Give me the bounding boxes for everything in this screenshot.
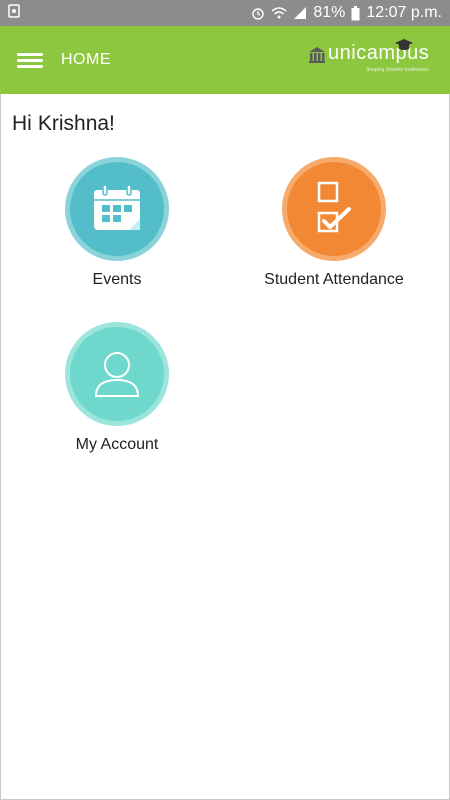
menu-button[interactable] xyxy=(0,26,60,94)
wifi-icon xyxy=(271,6,287,20)
institution-icon xyxy=(309,47,325,63)
greeting: Hi Krishna! xyxy=(12,112,115,136)
signal-icon xyxy=(293,6,307,20)
student-attendance-label: Student Attendance xyxy=(264,271,404,288)
events-tile[interactable]: Events xyxy=(21,157,213,289)
logo-tagline: Shaping Smarter Institutions xyxy=(366,67,429,73)
calendar-icon xyxy=(94,184,140,230)
battery-icon xyxy=(351,5,360,21)
unicampus-logo: unicampus Shaping Smarter Institutions xyxy=(308,39,436,78)
home-content: Hi Krishna! Events Student Attendance My… xyxy=(0,94,450,800)
status-bar: 81% 12:07 p.m. xyxy=(0,0,450,26)
alarm-icon xyxy=(251,6,265,20)
greeting-hi: Hi xyxy=(12,112,32,135)
my-account-label: My Account xyxy=(75,436,159,453)
my-account-circle xyxy=(65,322,169,426)
graduation-cap-icon xyxy=(395,39,413,50)
battery-level: 81% xyxy=(313,4,346,21)
student-attendance-tile[interactable]: Student Attendance xyxy=(238,157,430,289)
my-account-tile[interactable]: My Account xyxy=(21,322,213,454)
page-title: HOME xyxy=(61,51,111,68)
clock: 12:07 p.m. xyxy=(366,4,442,21)
logo-text: unicampus xyxy=(328,42,430,64)
app-bar: HOME unicampus Shaping Smarter Instituti… xyxy=(0,26,450,94)
greeting-name: Krishna! xyxy=(37,112,115,135)
notification-icon xyxy=(8,3,20,23)
student-attendance-circle xyxy=(282,157,386,261)
events-circle xyxy=(65,157,169,261)
hamburger-icon xyxy=(17,50,43,71)
events-label: Events xyxy=(92,271,142,288)
attendance-checkbox-icon xyxy=(317,181,351,233)
user-icon xyxy=(94,352,140,397)
